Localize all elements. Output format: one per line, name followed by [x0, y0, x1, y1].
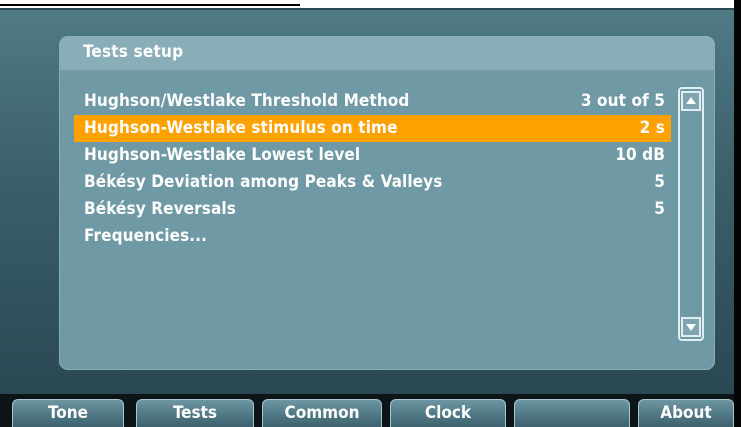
setting-label: Hughson-Westlake stimulus on time	[84, 118, 398, 138]
about-button[interactable]: About	[638, 399, 734, 427]
setting-row-stimulus-on-time[interactable]: Hughson-Westlake stimulus on time 2 s	[74, 115, 671, 142]
setting-label: Békésy Deviation among Peaks & Valleys	[84, 172, 443, 192]
top-border-line	[0, 4, 300, 6]
scroll-down-button[interactable]	[681, 317, 701, 337]
tone-button[interactable]: Tone	[12, 399, 124, 427]
setting-label: Hughson-Westlake Lowest level	[84, 145, 361, 165]
setting-row-bekesy-deviation[interactable]: Békésy Deviation among Peaks & Valleys 5	[74, 169, 671, 196]
setting-row-frequencies[interactable]: Frequencies...	[74, 223, 671, 250]
setting-value: 2 s	[639, 118, 665, 138]
setting-row-threshold-method[interactable]: Hughson/Westlake Threshold Method 3 out …	[74, 88, 671, 115]
scrollbar[interactable]	[678, 87, 704, 341]
setting-value: 5	[654, 199, 665, 219]
setting-value: 10 dB	[615, 145, 665, 165]
clock-button[interactable]: Clock	[390, 399, 506, 427]
device-screen: Tests setup Hughson/Westlake Threshold M…	[0, 8, 734, 394]
blank-function-button[interactable]	[514, 399, 630, 427]
panel-title: Tests setup	[83, 42, 184, 62]
settings-list: Hughson/Westlake Threshold Method 3 out …	[74, 88, 671, 250]
setting-value: 5	[654, 172, 665, 192]
setting-row-bekesy-reversals[interactable]: Békésy Reversals 5	[74, 196, 671, 223]
arrow-up-icon	[686, 97, 696, 104]
setting-label: Frequencies...	[84, 226, 208, 246]
right-edge-bar	[734, 0, 741, 427]
setting-label: Békésy Reversals	[84, 199, 236, 219]
common-button[interactable]: Common	[262, 399, 382, 427]
tests-setup-panel: Tests setup Hughson/Westlake Threshold M…	[59, 36, 715, 370]
setting-row-lowest-level[interactable]: Hughson-Westlake Lowest level 10 dB	[74, 142, 671, 169]
arrow-down-icon	[686, 324, 696, 331]
tests-button[interactable]: Tests	[136, 399, 254, 427]
scroll-up-button[interactable]	[681, 91, 701, 111]
setting-value: 3 out of 5	[580, 91, 665, 111]
function-key-bar: Tone Tests Common Clock About	[0, 394, 734, 427]
panel-header: Tests setup	[59, 36, 715, 70]
setting-label: Hughson/Westlake Threshold Method	[84, 91, 410, 111]
